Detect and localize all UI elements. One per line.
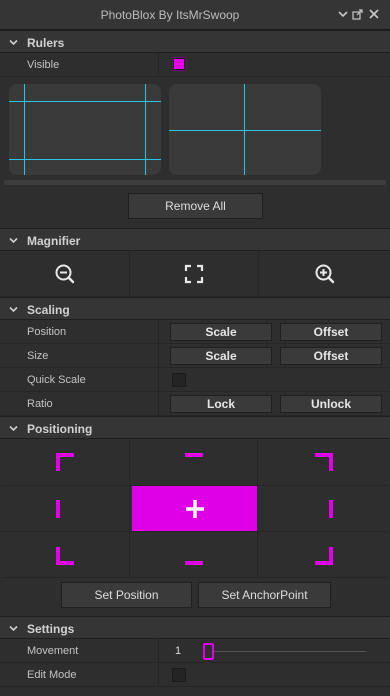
section-title: Scaling [27, 303, 70, 317]
anchor-center[interactable] [132, 486, 258, 532]
corner-bottom-left-icon [55, 546, 74, 565]
movement-value: 1 [175, 645, 182, 657]
edit-mode-checkbox[interactable] [172, 668, 186, 682]
column-divider [158, 320, 159, 344]
anchor-top-left[interactable] [2, 440, 130, 486]
plus-icon [185, 499, 204, 518]
ruler-preview-cross[interactable] [169, 84, 321, 175]
size-offset-button[interactable]: Offset [280, 347, 382, 365]
ruler-line-horizontal [9, 101, 161, 102]
section-header-rulers[interactable]: Rulers [0, 30, 390, 53]
movement-slider-track[interactable] [214, 651, 366, 652]
column-divider [158, 344, 159, 368]
section-title: Rulers [27, 36, 65, 50]
corner-top-left-icon [55, 452, 74, 471]
chevron-down-icon [9, 306, 18, 313]
edit-mode-label: Edit Mode [27, 669, 77, 681]
window-title: PhotoBlox By ItsMrSwoop [100, 8, 240, 22]
set-position-button[interactable]: Set Position [61, 582, 192, 608]
ratio-row: Ratio Lock Unlock [0, 392, 390, 416]
chevron-down-icon [9, 39, 18, 46]
horizontal-scrollbar[interactable] [4, 180, 386, 185]
section-title: Magnifier [27, 234, 81, 248]
chevron-down-icon [9, 625, 18, 632]
anchor-top-right[interactable] [258, 440, 388, 486]
chevron-down-icon [9, 425, 18, 432]
ratio-label: Ratio [27, 398, 53, 410]
anchor-bottom-right[interactable] [258, 532, 388, 578]
section-header-magnifier[interactable]: Magnifier [0, 228, 390, 251]
section-header-positioning[interactable]: Positioning [0, 416, 390, 439]
anchor-middle-right[interactable] [258, 486, 388, 532]
column-divider [158, 53, 159, 77]
movement-slider-thumb[interactable] [203, 643, 214, 660]
column-divider [158, 368, 159, 392]
ruler-line-vertical [145, 84, 146, 175]
set-anchorpoint-button[interactable]: Set AnchorPoint [198, 582, 331, 608]
ruler-line-vertical [24, 84, 25, 175]
visible-row: Visible [0, 53, 390, 77]
fit-screen-button[interactable] [130, 251, 259, 297]
size-label: Size [27, 350, 49, 362]
lock-button[interactable]: Lock [170, 395, 272, 413]
column-divider [158, 663, 159, 687]
zoom-in-button[interactable] [259, 251, 390, 297]
edge-left-icon [55, 499, 60, 518]
quick-scale-checkbox[interactable] [172, 373, 186, 387]
fit-screen-icon [184, 264, 204, 283]
position-label: Position [27, 326, 67, 338]
edge-right-icon [329, 499, 333, 518]
quick-scale-label: Quick Scale [27, 374, 86, 386]
ruler-preview-frame[interactable] [9, 84, 161, 175]
section-title: Settings [27, 622, 75, 636]
corner-top-right-icon [315, 452, 333, 471]
quick-scale-row: Quick Scale [0, 368, 390, 392]
ruler-line-horizontal [169, 130, 321, 131]
edge-top-icon [184, 452, 203, 457]
chevron-down-icon [9, 237, 18, 244]
section-header-settings[interactable]: Settings [0, 616, 390, 639]
anchor-middle-left[interactable] [2, 486, 130, 532]
title-bar: PhotoBlox By ItsMrSwoop [0, 0, 390, 30]
zoom-in-icon [315, 264, 334, 283]
visible-checkbox[interactable] [172, 57, 186, 71]
chevron-down-icon[interactable] [337, 9, 349, 21]
size-scale-button[interactable]: Scale [170, 347, 272, 365]
position-scale-button[interactable]: Scale [170, 323, 272, 341]
column-divider [158, 392, 159, 416]
zoom-out-icon [55, 264, 74, 283]
column-divider [158, 639, 159, 663]
unlock-button[interactable]: Unlock [280, 395, 382, 413]
anchor-top-center[interactable] [130, 440, 258, 486]
ruler-line-horizontal [9, 159, 161, 160]
close-icon[interactable] [368, 9, 380, 21]
section-title: Positioning [27, 422, 93, 436]
anchor-bottom-center[interactable] [130, 532, 258, 578]
movement-label: Movement [27, 645, 79, 657]
edit-mode-row: Edit Mode [0, 663, 390, 687]
position-offset-button[interactable]: Offset [280, 323, 382, 341]
anchor-bottom-left[interactable] [2, 532, 130, 578]
remove-all-button[interactable]: Remove All [128, 193, 263, 219]
size-row: Size Scale Offset [0, 344, 390, 368]
visible-label: Visible [27, 59, 60, 71]
section-header-scaling[interactable]: Scaling [0, 297, 390, 320]
edge-bottom-icon [184, 560, 203, 565]
popout-icon[interactable] [351, 9, 363, 21]
zoom-out-button[interactable] [0, 251, 130, 297]
position-row: Position Scale Offset [0, 320, 390, 344]
corner-bottom-right-icon [315, 546, 333, 565]
